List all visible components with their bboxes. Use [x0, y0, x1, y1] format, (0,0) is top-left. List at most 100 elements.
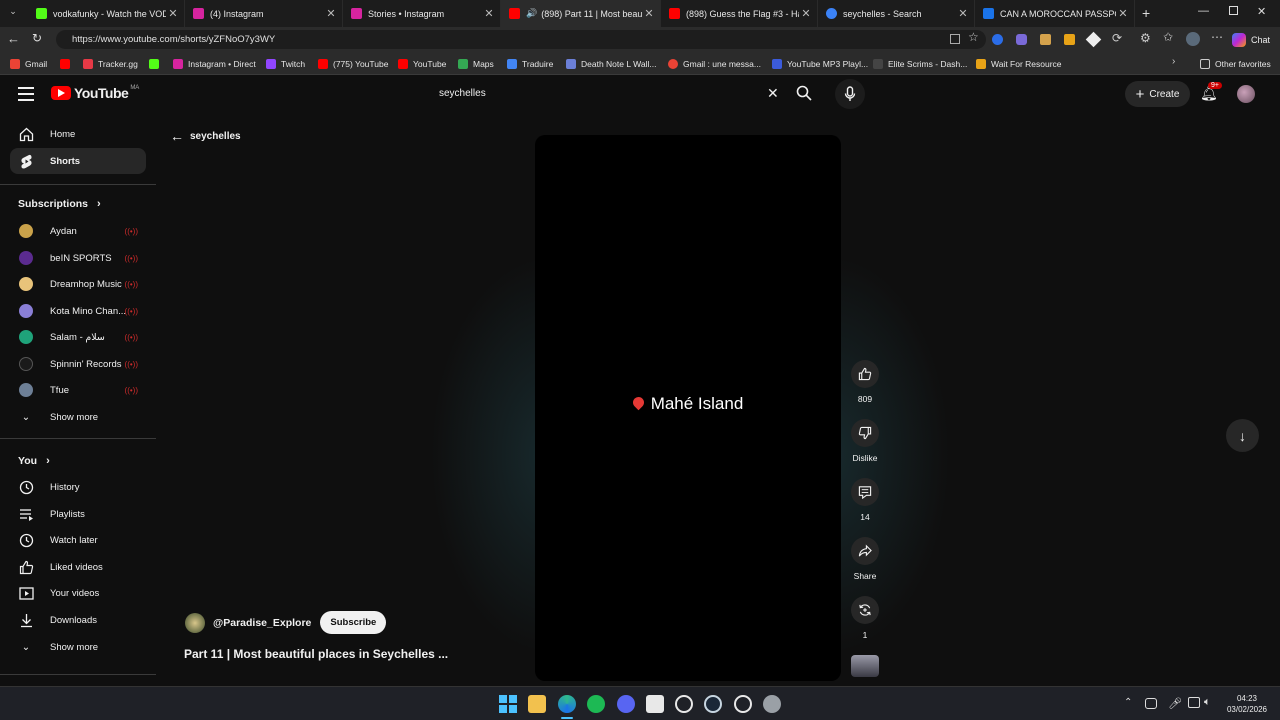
- tab-2[interactable]: Stories • Instagram ✕: [343, 0, 501, 27]
- close-tab-icon[interactable]: ✕: [642, 7, 656, 20]
- dislike-button[interactable]: Dislike: [845, 419, 885, 463]
- notifications-button[interactable]: 🔔︎ 9+: [1200, 82, 1222, 103]
- menu-icon[interactable]: [18, 87, 34, 101]
- extension-icon[interactable]: [992, 34, 1003, 45]
- bookmark-14[interactable]: Wait For Resource: [976, 56, 1062, 71]
- bookmark-3[interactable]: [149, 56, 164, 71]
- settings-icon[interactable]: [763, 695, 781, 713]
- close-window-icon[interactable]: ✕: [1257, 5, 1266, 18]
- edge-icon[interactable]: [558, 695, 576, 713]
- chrome-icon[interactable]: [734, 695, 752, 713]
- extension-icon[interactable]: [1085, 31, 1102, 48]
- bookmark-6[interactable]: (775) YouTube: [318, 56, 388, 71]
- bookmark-10[interactable]: Death Note L Wall...: [566, 56, 656, 71]
- windows-start-icon[interactable]: [499, 695, 517, 713]
- bookmark-13[interactable]: Elite Scrims - Dash...: [873, 56, 967, 71]
- back-to-search-button[interactable]: ← seychelles: [170, 128, 241, 144]
- tab-0[interactable]: vodkafunky - Watch the VOD on K ✕: [28, 0, 185, 27]
- sidebar-show-more-subscriptions[interactable]: ⌄ Show more: [10, 404, 146, 430]
- tab-1[interactable]: (4) Instagram ✕: [185, 0, 343, 27]
- close-tab-icon[interactable]: ✕: [482, 7, 496, 20]
- spotify-icon[interactable]: [587, 695, 605, 713]
- bookmarks-overflow-icon[interactable]: ›: [1172, 56, 1175, 67]
- new-tab-icon[interactable]: +: [1142, 5, 1150, 21]
- back-icon[interactable]: ←: [7, 31, 20, 46]
- tray-overflow-icon[interactable]: ⌃: [1124, 697, 1132, 708]
- share-button[interactable]: Share: [845, 537, 885, 581]
- sidebar-show-more-you[interactable]: ⌄ Show more: [10, 634, 146, 660]
- short-title[interactable]: Part 11 | Most beautiful places in Seych…: [184, 647, 448, 661]
- voice-search-button[interactable]: [835, 79, 865, 109]
- like-button[interactable]: 809: [845, 360, 885, 404]
- comments-button[interactable]: 14: [845, 478, 885, 522]
- close-tab-icon[interactable]: ✕: [799, 7, 813, 20]
- store-icon[interactable]: [646, 695, 664, 713]
- clear-search-icon[interactable]: ✕: [767, 85, 779, 102]
- sidebar-item-downloads[interactable]: Downloads: [10, 607, 146, 633]
- youtube-logo[interactable]: YouTube MA: [51, 85, 139, 101]
- refresh-extension-icon[interactable]: ⟳: [1112, 31, 1122, 45]
- extension-icon[interactable]: [1016, 34, 1027, 45]
- file-explorer-icon[interactable]: [528, 695, 546, 713]
- favorite-star-icon[interactable]: ☆: [968, 30, 979, 44]
- remix-button[interactable]: 1: [845, 596, 885, 640]
- bookmark-12[interactable]: YouTube MP3 Playl...: [772, 56, 868, 71]
- volume-icon[interactable]: 🔈︎: [1204, 696, 1211, 709]
- you-header[interactable]: You ›: [18, 455, 50, 467]
- sidebar-subscription-dreamhop[interactable]: Dreamhop Music ((•)): [10, 271, 146, 297]
- audio-icon[interactable]: 🔊: [526, 8, 537, 19]
- next-short-button[interactable]: ↓: [1226, 419, 1259, 452]
- bookmark-0[interactable]: Gmail: [10, 56, 47, 71]
- refresh-icon[interactable]: ↻: [32, 31, 42, 45]
- sidebar-subscription-kota-mino[interactable]: Kota Mino Chan... ((•)): [10, 298, 146, 324]
- tab-3-active[interactable]: 🔊 (898) Part 11 | Most beautiful ✕: [501, 0, 661, 27]
- extension-icon[interactable]: [1040, 34, 1051, 45]
- close-tab-icon[interactable]: ✕: [324, 7, 338, 20]
- bookmark-1[interactable]: [60, 56, 75, 71]
- bookmark-8[interactable]: Maps: [458, 56, 494, 71]
- steam-icon[interactable]: [704, 695, 722, 713]
- bookmark-5[interactable]: Twitch: [266, 56, 305, 71]
- bookmark-9[interactable]: Traduire: [507, 56, 553, 71]
- bookmark-7[interactable]: YouTube: [398, 56, 446, 71]
- sidebar-item-liked-videos[interactable]: Liked videos: [10, 554, 146, 580]
- create-button[interactable]: + Create: [1125, 81, 1190, 107]
- extensions-icon[interactable]: ⚙: [1140, 31, 1151, 45]
- favorites-icon[interactable]: ✩: [1163, 30, 1173, 44]
- sound-thumbnail[interactable]: [851, 655, 879, 677]
- close-tab-icon[interactable]: ✕: [1116, 7, 1130, 20]
- sidebar-item-watch-later[interactable]: Watch later: [10, 527, 146, 553]
- sidebar-subscription-salam[interactable]: Salam - سلام ((•)): [10, 324, 146, 350]
- sidebar-item-history[interactable]: History: [10, 474, 146, 500]
- wifi-icon[interactable]: [1188, 697, 1200, 708]
- bookmark-11[interactable]: Gmail : une messa...: [668, 56, 761, 71]
- sidebar-subscription-aydan[interactable]: Aydan ((•)): [10, 218, 146, 244]
- sidebar-item-playlists[interactable]: Playlists: [10, 501, 146, 527]
- subscriptions-header[interactable]: Subscriptions ›: [18, 198, 101, 210]
- subscribe-button[interactable]: Subscribe: [320, 611, 387, 634]
- sidebar-subscription-spinnin[interactable]: Spinnin' Records ((•)): [10, 351, 146, 377]
- tray-app-icon[interactable]: [1145, 698, 1157, 709]
- minimize-icon[interactable]: —: [1198, 5, 1209, 17]
- tab-4[interactable]: (898) Guess the Flag #3 - Hard! - Y ✕: [661, 0, 818, 27]
- close-tab-icon[interactable]: ✕: [166, 7, 180, 20]
- tab-6[interactable]: CAN A MOROCCAN PASSPORT GE ✕: [975, 0, 1135, 27]
- account-avatar[interactable]: [1237, 85, 1255, 103]
- clock[interactable]: 04:23 03/02/2026: [1222, 693, 1272, 715]
- search-box[interactable]: seychelles ✕: [430, 82, 790, 106]
- sidebar-subscription-bein-sports[interactable]: beIN SPORTS ((•)): [10, 245, 146, 271]
- search-input[interactable]: seychelles: [439, 88, 486, 99]
- capture-icon[interactable]: [675, 695, 693, 713]
- copilot-chat-button[interactable]: Chat: [1232, 31, 1270, 48]
- search-button[interactable]: [796, 85, 812, 106]
- maximize-icon[interactable]: [1229, 6, 1238, 15]
- discord-icon[interactable]: [617, 695, 635, 713]
- short-video-player[interactable]: Mahé Island: [535, 135, 841, 681]
- profile-avatar[interactable]: [1186, 32, 1200, 46]
- extension-icon[interactable]: [1064, 34, 1075, 45]
- channel-name[interactable]: @Paradise_Explore: [213, 617, 311, 629]
- sidebar-item-home[interactable]: Home: [10, 121, 146, 147]
- split-screen-icon[interactable]: [950, 34, 960, 44]
- bookmark-2[interactable]: Tracker.gg: [83, 56, 138, 71]
- sidebar-subscription-tfue[interactable]: Tfue ((•)): [10, 377, 146, 403]
